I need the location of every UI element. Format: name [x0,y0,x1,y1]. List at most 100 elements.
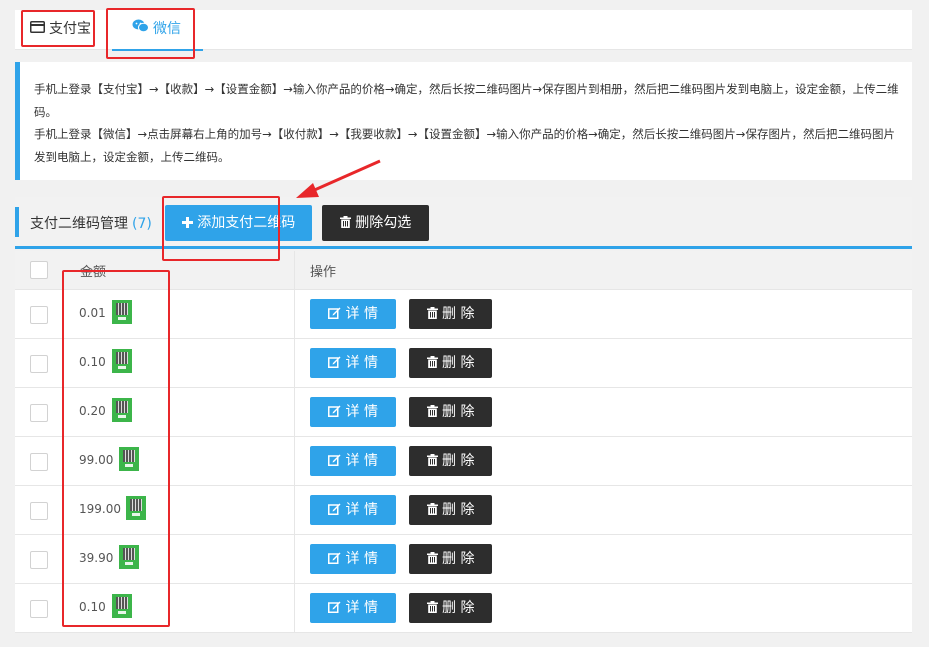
panel-title-text: 支付二维码管理 [30,216,128,232]
delete-label: 删 除 [442,502,475,518]
row-amount: 0.10 [79,600,106,614]
row-amount: 39.90 [79,551,114,565]
delete-button[interactable]: 删 除 [409,348,492,378]
row-checkbox[interactable] [30,355,48,373]
edit-icon [328,404,341,420]
delete-button[interactable]: 删 除 [409,397,492,427]
delete-button[interactable]: 删 除 [409,593,492,623]
column-divider [294,584,295,632]
detail-label: 详 情 [345,355,378,371]
delete-selected-button[interactable]: 删除勾选 [322,205,429,241]
edit-icon [328,453,341,469]
qr-code-thumbnail[interactable] [111,594,132,618]
wechat-icon [132,10,149,48]
plus-icon [181,215,197,231]
qr-code-thumbnail[interactable] [111,300,132,324]
column-divider [294,437,295,485]
select-all-checkbox[interactable] [30,261,48,279]
table-body: 0.01 详 情 删 除 0.10 详 情 删 除 0.20 详 情 删 除 99.0… [15,290,912,633]
tab-alipay[interactable]: 支付宝 [30,10,91,50]
detail-label: 详 情 [345,502,378,518]
table-row: 0.01 详 情 删 除 [15,290,912,339]
delete-label: 删 除 [442,306,475,322]
table-row: 39.90 详 情 删 除 [15,535,912,584]
detail-label: 详 情 [345,306,378,322]
table-header: 金额 操作 [15,251,912,290]
add-qr-button[interactable]: 添加支付二维码 [165,205,312,241]
row-checkbox[interactable] [30,502,48,520]
row-checkbox[interactable] [30,551,48,569]
table-row: 0.20 详 情 删 除 [15,388,912,437]
detail-button[interactable]: 详 情 [310,446,396,476]
table-row: 0.10 详 情 删 除 [15,339,912,388]
row-checkbox[interactable] [30,404,48,422]
row-checkbox[interactable] [30,306,48,324]
column-divider [294,388,295,436]
qr-code-thumbnail[interactable] [111,398,132,422]
column-divider [294,535,295,583]
delete-label: 删 除 [442,453,475,469]
qr-code-thumbnail[interactable] [119,545,139,569]
delete-button[interactable]: 删 除 [409,544,492,574]
trash-icon [339,215,355,231]
row-amount: 0.20 [79,404,106,418]
header-operations: 操作 [310,265,337,280]
delete-selected-label: 删除勾选 [355,215,412,231]
delete-button[interactable]: 删 除 [409,446,492,476]
qr-table: 金额 操作 0.01 详 情 删 除 0.10 详 情 删 除 0.20 详 情 删… [15,251,912,633]
credit-card-icon [30,10,45,48]
header-accent-bar [15,207,19,237]
delete-label: 删 除 [442,600,475,616]
detail-button[interactable]: 详 情 [310,348,396,378]
instructions-notice: 手机上登录【支付宝】→【收款】→【设置金额】→输入你产品的价格→确定，然后长按二… [15,62,912,180]
tab-alipay-label: 支付宝 [49,21,91,37]
trash-icon [426,355,438,371]
delete-button[interactable]: 删 除 [409,495,492,525]
trash-icon [426,600,438,616]
detail-label: 详 情 [345,600,378,616]
add-qr-label: 添加支付二维码 [197,215,296,231]
edit-icon [328,306,341,322]
column-divider [294,251,295,289]
row-amount: 199.00 [79,502,121,516]
row-checkbox[interactable] [30,600,48,618]
trash-icon [426,453,438,469]
trash-icon [426,404,438,420]
detail-button[interactable]: 详 情 [310,593,396,623]
payment-tabs: 支付宝 微信 [15,10,912,51]
edit-icon [328,600,341,616]
qr-code-thumbnail[interactable] [119,447,139,471]
edit-icon [328,502,341,518]
trash-icon [426,551,438,567]
detail-button[interactable]: 详 情 [310,397,396,427]
column-divider [294,339,295,387]
row-checkbox[interactable] [30,453,48,471]
edit-icon [328,551,341,567]
detail-button[interactable]: 详 情 [310,495,396,525]
edit-icon [328,355,341,371]
qr-code-thumbnail[interactable] [111,349,132,373]
delete-button[interactable]: 删 除 [409,299,492,329]
qr-code-thumbnail[interactable] [126,496,147,520]
column-divider [294,486,295,534]
detail-label: 详 情 [345,453,378,469]
detail-button[interactable]: 详 情 [310,544,396,574]
row-amount: 0.10 [79,355,106,369]
trash-icon [426,306,438,322]
tab-wechat-label: 微信 [153,21,181,37]
qr-management-header: 支付二维码管理 (7) [15,197,912,249]
trash-icon [426,502,438,518]
delete-label: 删 除 [442,355,475,371]
header-amount: 金额 [80,265,107,280]
tab-wechat[interactable]: 微信 [112,10,203,51]
notice-wechat-steps: 手机上登录【微信】→点击屏幕右上角的加号→【收付款】→【我要收款】→【设置金额】… [34,127,895,164]
panel-title: 支付二维码管理 (7) [30,213,152,233]
delete-label: 删 除 [442,404,475,420]
table-row: 99.00 详 情 删 除 [15,437,912,486]
column-divider [294,290,295,338]
detail-label: 详 情 [345,551,378,567]
qr-count: (7) [132,216,152,232]
row-amount: 0.01 [79,306,106,320]
detail-button[interactable]: 详 情 [310,299,396,329]
row-amount: 99.00 [79,453,114,467]
